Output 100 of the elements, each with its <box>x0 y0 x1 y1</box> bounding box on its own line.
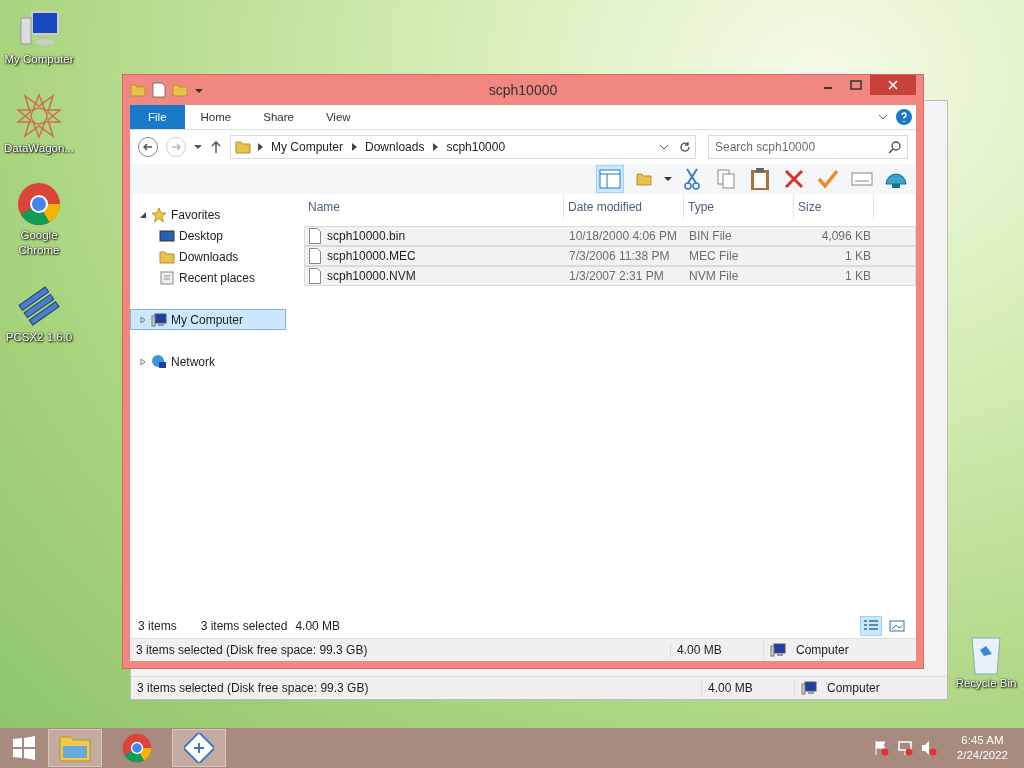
star-pattern-icon <box>16 93 62 139</box>
search-icon <box>888 140 902 154</box>
status-location: Computer <box>826 681 881 695</box>
status-size: 4.00 MB <box>670 643 763 657</box>
nav-tree-item[interactable]: Network <box>130 351 286 372</box>
chevron-right-icon[interactable] <box>257 143 263 151</box>
clipboard-icon <box>750 167 770 191</box>
column-header[interactable]: Type <box>684 194 794 220</box>
column-header[interactable]: Date modified <box>564 194 684 220</box>
taskbar-button[interactable] <box>172 729 226 767</box>
folder-icon <box>130 82 146 98</box>
ribbon-tab[interactable]: File <box>130 105 185 129</box>
address-bar[interactable]: My Computer Downloads scph10000 <box>230 135 696 159</box>
chevron-right-icon[interactable] <box>351 143 358 151</box>
collapsed-triangle-icon[interactable] <box>139 357 147 366</box>
forward-arrow-icon <box>170 141 182 153</box>
computer-icon <box>801 680 817 696</box>
expanded-triangle-icon[interactable] <box>139 210 147 219</box>
card-icon <box>851 171 873 187</box>
date-modified-cell-text: 1/3/2007 2:31 PM <box>568 269 665 283</box>
recent-places-icon <box>159 269 175 286</box>
date-modified-cell-text: 7/3/2006 11:38 PM <box>568 249 671 263</box>
scissors-icon <box>683 168 701 190</box>
type-cell-text: BIN File <box>688 229 733 243</box>
file-icon <box>309 248 321 264</box>
back-arrow-icon <box>142 141 154 153</box>
item-count: 3 items <box>138 619 177 633</box>
clock-time: 6:45 AM <box>961 733 1004 748</box>
ribbon-tab[interactable]: View <box>309 105 367 129</box>
chevron-down-icon[interactable] <box>659 142 669 152</box>
details-view-button[interactable] <box>860 616 882 636</box>
dropdown-icon[interactable] <box>194 143 202 151</box>
nav-tree-item[interactable]: My Computer <box>130 309 286 330</box>
window-title: scph10000 <box>488 82 558 98</box>
nav-tree-item[interactable]: Downloads <box>130 246 286 267</box>
ribbon-tab[interactable]: Home <box>184 105 248 129</box>
chrome-icon <box>17 182 61 226</box>
folder-icon <box>59 734 91 762</box>
file-row[interactable]: scph10000.MEC 7/3/2006 11:38 PM MEC File 1 KB <box>304 246 916 266</box>
breadcrumb-item[interactable]: My Computer <box>269 140 346 154</box>
dropdown-icon[interactable] <box>664 175 672 183</box>
checkmark-icon <box>817 169 839 189</box>
file-row[interactable]: scph10000.bin 10/18/2000 4:06 PM BIN File 4,096 KB <box>304 226 916 246</box>
copy-icon <box>716 168 736 190</box>
file-name: scph10000.MEC <box>327 249 416 263</box>
date-modified-cell-text: 10/18/2000 4:06 PM <box>568 229 679 243</box>
file-row[interactable]: scph10000.NVM 1/3/2007 2:31 PM NVM File 1 KB <box>304 266 916 286</box>
refresh-icon[interactable] <box>679 141 691 153</box>
flag-icon[interactable] <box>872 740 889 756</box>
desktop-icon <box>159 227 175 244</box>
back-button[interactable] <box>138 137 158 157</box>
file-name: scph10000.NVM <box>327 269 416 283</box>
status-size: 4.00 MB <box>701 681 794 695</box>
speaker-icon[interactable] <box>920 740 937 756</box>
size-cell-text: 1 KB <box>844 269 872 283</box>
status-text: 3 items selected (Disk free space: 99.3 GB) <box>136 681 370 695</box>
chevron-right-icon[interactable] <box>432 143 439 151</box>
file-name: scph10000.bin <box>327 229 406 243</box>
computer-icon <box>770 642 786 658</box>
nav-tree-item[interactable]: Favorites <box>130 204 286 225</box>
help-icon[interactable] <box>896 109 912 125</box>
size-cell-text: 4,096 KB <box>820 229 872 243</box>
minimize-icon <box>823 87 833 89</box>
status-text: 3 items selected (Disk free space: 99.3 GB) <box>135 643 369 657</box>
size-cell-text: 1 KB <box>844 249 872 263</box>
type-cell-text: NVM File <box>688 269 740 283</box>
file-icon <box>309 268 321 284</box>
type-cell-text: MEC File <box>688 249 740 263</box>
breadcrumb-item[interactable]: Downloads <box>363 140 427 154</box>
up-arrow-icon[interactable] <box>210 140 222 154</box>
selection-count: 3 items selected <box>200 619 288 633</box>
details-list-icon <box>863 619 879 633</box>
search-field[interactable]: Search scph10000 <box>708 135 908 159</box>
folder-icon <box>235 139 251 155</box>
file-icon <box>309 228 321 244</box>
downloads-folder-icon <box>159 248 175 265</box>
clock-date: 2/24/2022 <box>956 748 1008 763</box>
nav-tree-item[interactable]: Recent places <box>130 267 286 288</box>
chrome-icon <box>122 733 152 763</box>
properties-icon[interactable] <box>152 82 166 98</box>
column-header[interactable]: Name <box>304 194 564 220</box>
chevron-down-icon[interactable] <box>878 112 888 122</box>
star-icon <box>151 206 167 223</box>
breadcrumb-item[interactable]: scph10000 <box>444 140 508 154</box>
collapsed-triangle-icon[interactable] <box>139 315 147 324</box>
cross-icon <box>784 169 804 189</box>
column-header[interactable]: Size <box>794 194 874 220</box>
close-button[interactable] <box>870 75 916 95</box>
status-location: Computer <box>795 643 850 657</box>
preview-pane-button[interactable] <box>596 165 624 193</box>
network-icon[interactable] <box>896 740 913 756</box>
ribbon-tab[interactable]: Share <box>247 105 310 129</box>
close-icon <box>888 80 898 90</box>
picture-icon <box>889 619 905 633</box>
network-icon <box>151 353 167 370</box>
nav-tree-item[interactable]: Desktop <box>130 225 286 246</box>
selection-size: 4.00 MB <box>295 619 341 633</box>
computer-icon <box>151 311 167 328</box>
windows-logo-icon <box>12 736 36 760</box>
maximize-icon <box>850 80 862 90</box>
